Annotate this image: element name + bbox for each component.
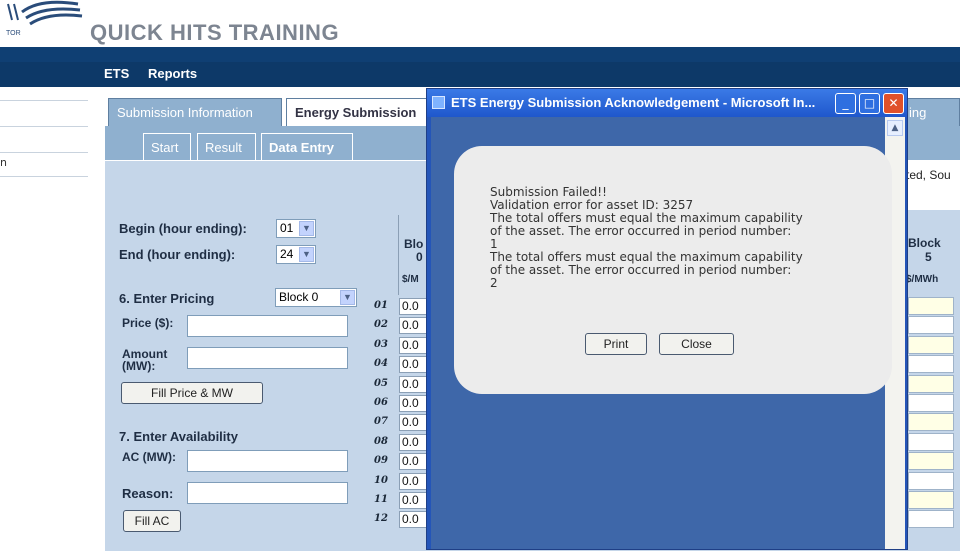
error-message: Submission Failed!! Validation error for… — [490, 185, 803, 290]
ac-label: AC (MW): — [122, 450, 176, 464]
grid-row-number: 11 — [374, 494, 388, 505]
grid-row-number: 04 — [374, 358, 388, 370]
right-grid-cell[interactable] — [908, 297, 954, 315]
grid-row-number: 06 — [374, 397, 388, 408]
right-grid-cell[interactable] — [908, 510, 954, 529]
grid-cell-input[interactable]: 0.0 — [399, 298, 429, 315]
right-grid-cell[interactable] — [908, 335, 954, 354]
grid-row-number: 02 — [374, 319, 388, 331]
grid-cell-input[interactable]: 0.0 — [399, 511, 429, 529]
grid-cell-input[interactable]: 0.0 — [399, 453, 429, 471]
right-grid-cell[interactable] — [908, 394, 954, 412]
chevron-down-icon: ▼ — [299, 247, 314, 262]
end-label: End (hour ending): — [119, 247, 236, 262]
tab-start[interactable]: Start — [143, 133, 191, 160]
right-col-unit: $/MWh — [906, 274, 939, 285]
grid-row-number: 01 — [374, 300, 388, 311]
ie-window-icon — [432, 96, 445, 109]
minimize-icon[interactable]: _ — [835, 93, 856, 114]
pricing-label: 6. Enter Pricing — [119, 291, 215, 306]
right-grid-cell[interactable] — [908, 374, 954, 393]
logo-swoosh-icon — [7, 0, 83, 26]
grid-col-unit: $/M — [402, 274, 419, 285]
menu-reports[interactable]: Reports — [148, 66, 197, 81]
grid-row-number: 10 — [374, 474, 388, 486]
amount-label: Amount (MW): — [122, 347, 168, 373]
price-input[interactable] — [187, 315, 348, 337]
menu-ets[interactable]: ETS — [104, 66, 129, 81]
tab-data-entry[interactable]: Data Entry — [261, 133, 353, 161]
grid-cell-input[interactable]: 0.0 — [399, 317, 429, 335]
menu-bar — [0, 62, 960, 87]
end-hour-value: 24 — [280, 247, 294, 261]
price-label: Price ($): — [122, 316, 174, 330]
begin-hour-select[interactable]: 01 ▼ — [276, 219, 316, 238]
fill-price-mw-button[interactable]: Fill Price & MW — [121, 382, 263, 404]
right-grid-cell[interactable] — [908, 355, 954, 374]
grid-row-number: 07 — [374, 416, 388, 428]
grid-col-block-num: 0 — [416, 250, 423, 264]
tab-partial[interactable]: ing — [900, 98, 960, 126]
chevron-down-icon: ▼ — [340, 290, 355, 305]
brand-fragment: TOR — [6, 30, 21, 37]
grid-row-number: 08 — [374, 435, 388, 447]
begin-hour-value: 01 — [280, 221, 294, 235]
grid-cell-input[interactable]: 0.0 — [399, 375, 429, 393]
grid-row-number: 09 — [374, 455, 388, 467]
amount-input[interactable] — [187, 347, 348, 369]
block-value: Block 0 — [279, 290, 319, 304]
leftnav-divider — [0, 126, 88, 127]
grid-cell-input[interactable]: 0.0 — [399, 356, 429, 374]
tab-result[interactable]: Result — [197, 133, 256, 160]
leftnav-divider — [0, 100, 88, 101]
right-col-block-label: Block — [908, 236, 941, 250]
right-grid-cell[interactable] — [908, 316, 954, 335]
right-grid-cell[interactable] — [908, 471, 954, 490]
leftnav-divider — [0, 152, 88, 153]
begin-label: Begin (hour ending): — [119, 221, 247, 236]
close-icon[interactable]: ✕ — [883, 93, 904, 114]
chevron-down-icon: ▼ — [299, 221, 314, 236]
ac-input[interactable] — [187, 450, 348, 472]
grid-header-corner — [366, 215, 399, 295]
popup-title: ETS Energy Submission Acknowledgement - … — [451, 95, 816, 110]
grid-col-block-label: Blo — [404, 237, 424, 251]
grid-cell-input[interactable]: 0.0 — [399, 472, 429, 490]
fill-ac-button[interactable]: Fill AC — [123, 510, 181, 532]
reason-input[interactable] — [187, 482, 348, 504]
scroll-up-icon[interactable]: ▲ — [887, 120, 903, 136]
right-grid-cell[interactable] — [908, 491, 954, 509]
grid-cell-input[interactable]: 0.0 — [399, 414, 429, 432]
right-grid-cell[interactable] — [908, 452, 954, 471]
close-button[interactable]: Close — [659, 333, 734, 355]
print-button[interactable]: Print — [585, 333, 647, 355]
tab-energy-submission[interactable]: Energy Submission — [286, 98, 436, 126]
grid-cell-input[interactable]: 0.0 — [399, 336, 429, 354]
right-grid-cell[interactable] — [908, 413, 954, 432]
availability-label: 7. Enter Availability — [119, 429, 238, 444]
grid-cell-input[interactable]: 0.0 — [399, 433, 429, 451]
leftnav-item-fragment[interactable]: n — [0, 156, 7, 169]
block-select[interactable]: Block 0 ▼ — [275, 288, 357, 307]
grid-cell-input[interactable]: 0.0 — [399, 395, 429, 412]
reason-label: Reason: — [122, 486, 174, 501]
leftnav-divider — [0, 176, 88, 177]
right-grid-cell[interactable] — [908, 432, 954, 451]
end-hour-select[interactable]: 24 ▼ — [276, 245, 316, 264]
grid-cell-input[interactable]: 0.0 — [399, 492, 429, 509]
tab-submission-information[interactable]: Submission Information — [108, 98, 282, 126]
grid-row-number: 05 — [374, 377, 388, 389]
app-title: QUICK HITS TRAINING — [90, 20, 340, 45]
right-col-block-num: 5 — [925, 250, 932, 264]
grid-row-number: 12 — [374, 513, 388, 525]
maximize-icon[interactable]: □ — [859, 93, 880, 114]
grid-row-number: 03 — [374, 338, 388, 350]
right-text-fragment: ted, Sou — [906, 168, 951, 182]
